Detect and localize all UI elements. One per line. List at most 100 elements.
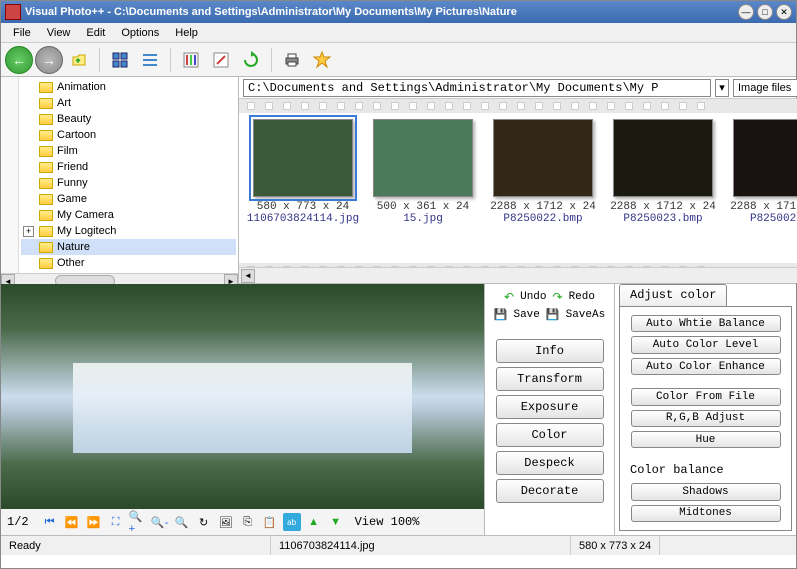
tree-item[interactable]: Film <box>21 143 236 159</box>
color-from-file-button[interactable]: Color From File <box>631 388 781 405</box>
tree-item[interactable]: Animation <box>21 79 236 95</box>
tree-item[interactable]: Funny <box>21 175 236 191</box>
menu-bar: File View Edit Options Help <box>1 23 796 43</box>
view-large-icons-button[interactable] <box>106 46 134 74</box>
path-dropdown-icon[interactable]: ▾ <box>715 79 729 97</box>
fullscreen-button[interactable]: ⛶ <box>107 513 125 531</box>
menu-edit[interactable]: Edit <box>78 25 113 41</box>
prev-button[interactable]: ⏪ <box>63 513 81 531</box>
folder-tree[interactable]: Animation Art Beauty CartoonFilmFriend Funny… <box>1 77 239 273</box>
toolbar: ← → <box>1 43 796 77</box>
menu-help[interactable]: Help <box>167 25 206 41</box>
thumbnail-dimensions: 580 x 773 x 24 <box>257 201 349 213</box>
hue-button[interactable]: Hue <box>631 431 781 448</box>
tree-item-label: Art <box>57 97 71 109</box>
preview-image[interactable] <box>1 284 484 509</box>
minimize-button[interactable]: — <box>738 4 754 20</box>
zoom-in-button[interactable]: 🔍+ <box>129 513 147 531</box>
exposure-button[interactable]: Exposure <box>496 395 604 419</box>
thumbnail-image[interactable] <box>253 119 353 197</box>
path-input[interactable] <box>243 79 711 97</box>
tree-item[interactable]: Nature <box>21 239 236 255</box>
thumbnail-filename: P8250025.b <box>750 213 797 225</box>
print-button[interactable] <box>278 46 306 74</box>
undo-button[interactable]: Undo <box>520 291 546 303</box>
midtones-button[interactable]: Midtones <box>631 505 781 522</box>
zoom-fit-button[interactable]: 🔍 <box>173 513 191 531</box>
sprocket-top <box>239 99 797 113</box>
refresh-button[interactable] <box>237 46 265 74</box>
thumbnail-image[interactable] <box>733 119 797 197</box>
folder-icon <box>39 146 53 157</box>
color-button[interactable]: Color <box>496 423 604 447</box>
auto-color-level-button[interactable]: Auto Color Level <box>631 336 781 353</box>
tree-item[interactable]: + My Logitech <box>21 223 236 239</box>
menu-options[interactable]: Options <box>113 25 167 41</box>
view-list-button[interactable] <box>136 46 164 74</box>
thumbnail-image[interactable] <box>613 119 713 197</box>
tree-item[interactable]: Art <box>21 95 236 111</box>
nav-forward-button[interactable]: → <box>35 46 63 74</box>
info-button[interactable]: Info <box>496 339 604 363</box>
edit-button[interactable] <box>207 46 235 74</box>
thumbnail[interactable]: 2288 x 1712 x 24P8250025.b <box>729 119 797 257</box>
sprocket-bottom <box>239 263 797 267</box>
menu-file[interactable]: File <box>5 25 39 41</box>
tree-item[interactable]: Other <box>21 255 236 271</box>
thumbnail[interactable]: 580 x 773 x 241106703824114.jpg <box>249 119 357 257</box>
rgb-adjust-button[interactable]: R,G,B Adjust <box>631 410 781 427</box>
tree-item-label: Funny <box>57 177 88 189</box>
saveas-button[interactable]: SaveAs <box>566 309 606 321</box>
view-details-button[interactable] <box>177 46 205 74</box>
scroll-left-icon[interactable]: ◄ <box>241 269 255 283</box>
thumbnail[interactable]: 2288 x 1712 x 24P8250023.bmp <box>609 119 717 257</box>
tree-item-label: My Logitech <box>57 225 116 237</box>
tree-item[interactable]: Beauty <box>21 111 236 127</box>
wallpaper-button[interactable]: 🖼 <box>217 513 235 531</box>
despeck-button[interactable]: Despeck <box>496 451 604 475</box>
status-filename: 1106703824114.jpg <box>271 536 571 555</box>
maximize-button[interactable]: □ <box>757 4 773 20</box>
zoom-out-button[interactable]: 🔍- <box>151 513 169 531</box>
redo-button[interactable]: Redo <box>569 291 595 303</box>
expand-icon[interactable]: + <box>23 226 34 237</box>
tree-item[interactable]: My Camera <box>21 207 236 223</box>
folder-icon <box>39 82 53 93</box>
save-button[interactable]: Save <box>513 309 539 321</box>
flip-h-button[interactable]: ▲ <box>305 513 323 531</box>
tree-item-label: Animation <box>57 81 106 93</box>
transform-button[interactable]: Transform <box>496 367 604 391</box>
up-folder-button[interactable] <box>65 46 93 74</box>
thumbnail-image[interactable] <box>493 119 593 197</box>
tree-item[interactable]: Game <box>21 191 236 207</box>
rotate-button[interactable]: ↻ <box>195 513 213 531</box>
decorate-button[interactable]: Decorate <box>496 479 604 503</box>
file-filter-select[interactable]: Image files ▾ <box>733 79 797 97</box>
close-button[interactable]: ✕ <box>776 4 792 20</box>
next-button[interactable]: ⏩ <box>85 513 103 531</box>
favorite-button[interactable] <box>308 46 336 74</box>
zoom-label: View 100% <box>355 515 420 529</box>
tree-item[interactable]: Friend <box>21 159 236 175</box>
thumbnail[interactable]: 2288 x 1712 x 24P8250022.bmp <box>489 119 597 257</box>
tree-item[interactable]: Cartoon <box>21 127 236 143</box>
clipboard-button[interactable]: 📋 <box>261 513 279 531</box>
thumbnail[interactable]: 500 x 361 x 2415.jpg <box>369 119 477 257</box>
first-button[interactable]: ⏮ <box>41 513 59 531</box>
filmstrip-hscroll[interactable]: ◄ ► <box>239 267 797 283</box>
copy-button[interactable]: ⎘ <box>239 513 257 531</box>
nav-back-button[interactable]: ← <box>5 46 33 74</box>
thumbnail-dimensions: 2288 x 1712 x 24 <box>610 201 716 213</box>
folder-icon <box>39 162 53 173</box>
auto-color-enhance-button[interactable]: Auto Color Enhance <box>631 358 781 375</box>
adjust-color-tab[interactable]: Adjust color <box>619 284 727 306</box>
rename-button[interactable]: ab <box>283 513 301 531</box>
tree-item-label: Beauty <box>57 113 91 125</box>
menu-view[interactable]: View <box>39 25 79 41</box>
edit-column: ↶ Undo ↷ Redo 💾 Save 💾 SaveAs Info Trans… <box>485 284 615 535</box>
thumbnail-image[interactable] <box>373 119 473 197</box>
auto-white-balance-button[interactable]: Auto Whtie Balance <box>631 315 781 332</box>
page-indicator: 1/2 <box>7 515 29 529</box>
flip-v-button[interactable]: ▼ <box>327 513 345 531</box>
shadows-button[interactable]: Shadows <box>631 483 781 500</box>
